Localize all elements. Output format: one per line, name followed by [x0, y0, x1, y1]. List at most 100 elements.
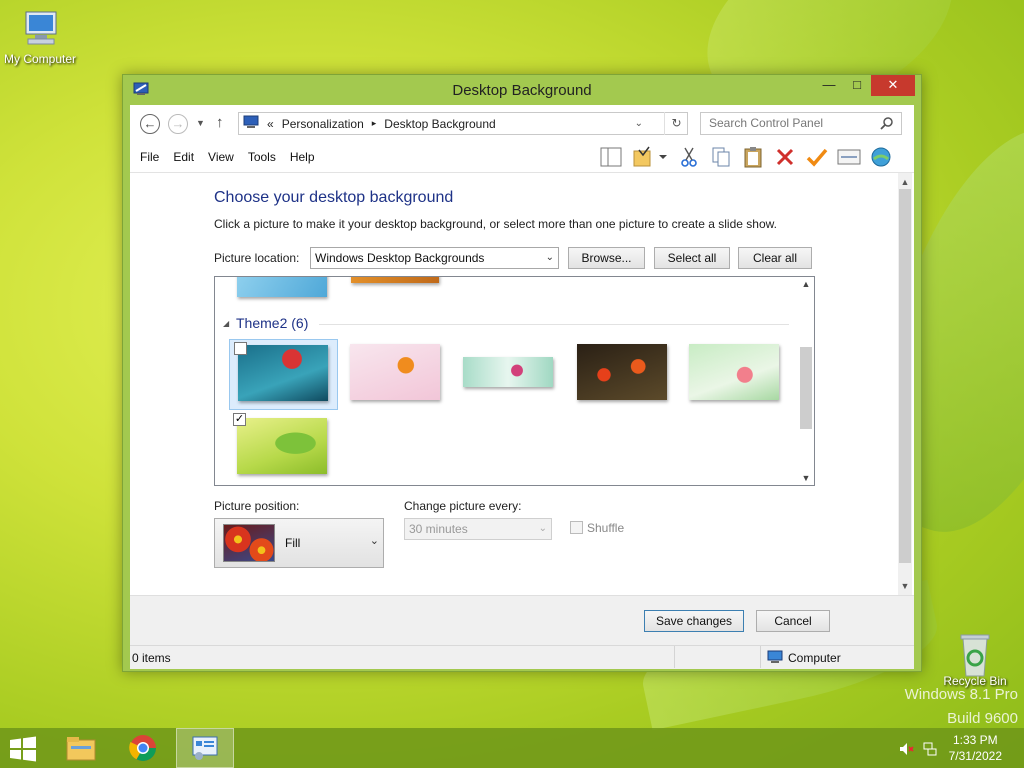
breadcrumb-desktop-background[interactable]: Desktop Background	[384, 117, 495, 131]
control-panel-icon	[192, 736, 218, 760]
menu-tools[interactable]: Tools	[248, 150, 276, 164]
checkmark-icon[interactable]	[804, 145, 830, 169]
back-icon[interactable]: ←	[140, 114, 160, 134]
control-panel-small-icon	[243, 115, 259, 132]
thumbnail-partial[interactable]	[237, 277, 327, 297]
cancel-button[interactable]: Cancel	[756, 610, 830, 632]
scroll-down-icon[interactable]: ▼	[898, 579, 912, 593]
main-scroll-thumb[interactable]	[899, 189, 911, 563]
group-header[interactable]: Theme2 (6)	[236, 315, 308, 331]
desktop-icon-recycle-bin[interactable]: Recycle Bin	[935, 632, 1015, 688]
thumbnail-green-leaf	[237, 418, 327, 474]
thumbnail-checkbox-checked[interactable]: ✓	[233, 413, 246, 426]
clock-time: 1:33 PM	[952, 733, 998, 747]
shuffle-label: Shuffle	[587, 521, 625, 535]
chevron-down-icon: ⌄	[369, 535, 379, 547]
picture-location-value: Windows Desktop Backgrounds	[315, 251, 485, 265]
browse-button[interactable]: Browse...	[568, 247, 645, 269]
folder-check-icon[interactable]	[630, 145, 670, 169]
picture-location-select[interactable]: Windows Desktop Backgrounds ⌄	[310, 247, 559, 269]
menu-edit[interactable]: Edit	[173, 150, 194, 164]
scroll-down-icon[interactable]: ▼	[798, 473, 814, 483]
forward-icon[interactable]: →	[168, 114, 188, 134]
breadcrumb-separator-icon[interactable]: ▸	[372, 118, 377, 129]
picture-position-select[interactable]: Fill ⌄	[214, 518, 384, 568]
thumbnail-red-flower	[238, 345, 328, 401]
thumbnail-pink-flower	[463, 357, 553, 387]
scroll-up-icon[interactable]: ▲	[898, 175, 912, 189]
gallery-scrollbar[interactable]: ▲ ▼	[798, 277, 814, 485]
status-divider	[760, 646, 761, 668]
layout-icon[interactable]	[598, 145, 624, 169]
search-input[interactable]: Search Control Panel	[700, 112, 902, 135]
up-icon[interactable]: ↑	[216, 114, 224, 131]
title-bar[interactable]: Desktop Background — □ ✕	[123, 75, 921, 105]
control-panel-taskbar-button[interactable]	[176, 728, 234, 768]
thumbnail-cell[interactable]	[343, 339, 453, 409]
paste-icon[interactable]	[740, 145, 766, 169]
picture-position-label: Picture position:	[214, 499, 300, 513]
collapse-group-icon[interactable]: ◢	[223, 319, 229, 328]
taskbar-clock[interactable]: 1:33 PM 7/31/2022	[949, 732, 1002, 764]
os-watermark-build: Build 9600	[947, 710, 1018, 727]
thumbnail-cell[interactable]	[229, 339, 338, 410]
thumbnail-orange-flower	[350, 344, 440, 400]
recycle-bin-icon	[953, 632, 997, 677]
menu-view[interactable]: View	[208, 150, 234, 164]
recent-pages-chevron-icon[interactable]: ▼	[196, 118, 205, 128]
thumbnail-cell[interactable]	[457, 339, 567, 409]
toolbar	[598, 145, 894, 169]
page-title: Choose your desktop background	[214, 189, 454, 206]
menu-file[interactable]: File	[140, 150, 159, 164]
windows-start-icon[interactable]	[8, 736, 38, 762]
computer-icon	[767, 650, 783, 667]
window-client: ← → ▼ ↑ « Personalization ▸ Desktop Back…	[130, 105, 914, 669]
search-icon[interactable]	[880, 116, 894, 130]
network-icon[interactable]	[922, 741, 938, 757]
thumbnail-partial[interactable]	[351, 277, 439, 283]
chevron-down-icon: ⌄	[538, 523, 547, 534]
address-dropdown-icon[interactable]: ⌄	[635, 118, 643, 129]
breadcrumb-overflow[interactable]: «	[267, 117, 274, 131]
breadcrumb-personalization[interactable]: Personalization	[282, 117, 364, 131]
status-divider	[674, 646, 675, 668]
gallery-scroll-thumb[interactable]	[800, 347, 812, 429]
properties-icon[interactable]	[836, 145, 862, 169]
save-changes-button[interactable]: Save changes	[644, 610, 744, 632]
file-explorer-taskbar-button[interactable]	[52, 728, 110, 768]
desktop-icon-my-computer[interactable]: My Computer	[0, 10, 80, 66]
cut-icon[interactable]	[676, 145, 702, 169]
thumbnail-pink-lily	[689, 344, 779, 400]
chrome-icon	[129, 735, 157, 762]
volume-muted-icon[interactable]	[898, 741, 914, 757]
picture-gallery[interactable]: ◢ Theme2 (6) ✓ ▲ ▼	[214, 276, 815, 486]
delete-icon[interactable]	[772, 145, 798, 169]
copy-icon[interactable]	[708, 145, 734, 169]
os-watermark-edition: Windows 8.1 Pro	[904, 686, 1018, 703]
shuffle-checkbox-box[interactable]	[570, 521, 583, 534]
clear-all-button[interactable]: Clear all	[738, 247, 812, 269]
maximize-button[interactable]: □	[843, 75, 871, 96]
chrome-taskbar-button[interactable]	[114, 728, 172, 768]
menu-bar: File Edit View Tools Help	[140, 150, 315, 164]
minimize-button[interactable]: —	[815, 75, 843, 96]
picture-location-label: Picture location:	[214, 251, 300, 265]
refresh-icon[interactable]: ↻	[664, 112, 688, 135]
file-explorer-icon	[66, 737, 96, 761]
thumbnail-cell[interactable]	[685, 339, 795, 409]
address-bar[interactable]: « Personalization ▸ Desktop Background ⌄	[238, 112, 688, 135]
menu-help[interactable]: Help	[290, 150, 315, 164]
chevron-down-icon: ⌄	[545, 252, 554, 263]
close-button[interactable]: ✕	[871, 75, 915, 96]
main-scrollbar[interactable]: ▲ ▼	[898, 173, 912, 595]
globe-icon[interactable]	[868, 145, 894, 169]
scroll-up-icon[interactable]: ▲	[798, 279, 814, 289]
shuffle-checkbox[interactable]: Shuffle	[570, 521, 624, 535]
thumbnail-cell[interactable]: ✓	[229, 411, 338, 482]
change-picture-interval-select[interactable]: 30 minutes ⌄	[404, 518, 552, 540]
address-row: ← → ▼ ↑ « Personalization ▸ Desktop Back…	[130, 105, 914, 141]
thumbnail-cell[interactable]	[571, 339, 681, 409]
thumbnail-checkbox[interactable]	[234, 342, 247, 355]
menu-toolbar-row: File Edit View Tools Help	[130, 141, 914, 173]
select-all-button[interactable]: Select all	[654, 247, 730, 269]
